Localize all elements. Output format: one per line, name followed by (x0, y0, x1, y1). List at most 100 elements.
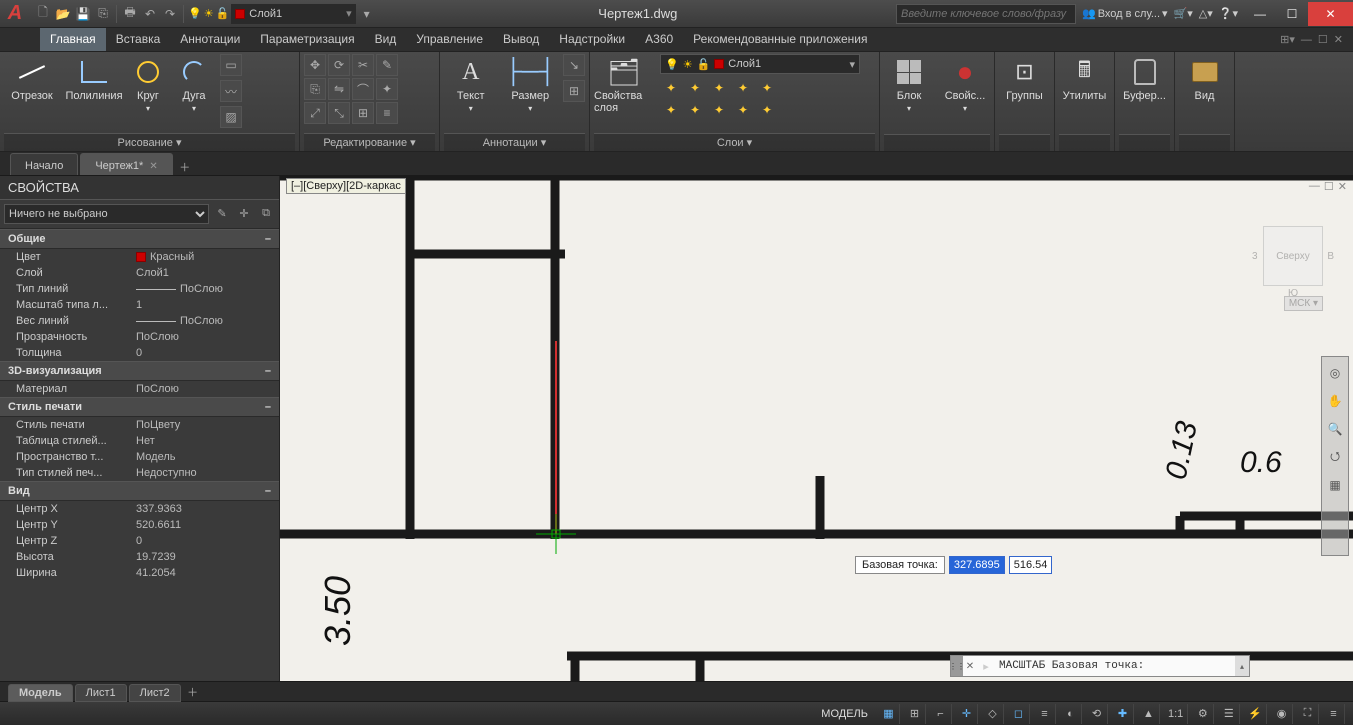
move-icon[interactable]: ✥ (304, 54, 326, 76)
doc-restore-icon[interactable]: ☐ (1318, 33, 1328, 46)
layer-tool-5[interactable]: ✦ (756, 78, 778, 98)
cmdline-grip-icon[interactable]: ⋮⋮ (951, 656, 963, 676)
close-button[interactable]: ✕ (1308, 2, 1353, 26)
layer-tool-9[interactable]: ✦ (732, 100, 754, 120)
rect-icon[interactable]: ▭ (220, 54, 242, 76)
layer-tool-7[interactable]: ✦ (684, 100, 706, 120)
hatch-icon[interactable]: ▨ (220, 106, 242, 128)
saveas-icon[interactable]: ⎘ (94, 5, 112, 23)
viewport-close-icon[interactable]: ✕ (1338, 180, 1347, 193)
prop-row[interactable]: Толщина0 (0, 345, 279, 361)
redo-icon[interactable]: ↷ (161, 5, 179, 23)
prop-row[interactable]: Пространство т...Модель (0, 449, 279, 465)
trim-icon[interactable]: ✂ (352, 54, 374, 76)
clipboard-button[interactable]: Буфер... (1119, 54, 1170, 102)
prop-row[interactable]: Вес линий ПоСлою (0, 313, 279, 329)
layer-combo[interactable]: 💡 ☀ 🔓 Слой1 ▾ (660, 54, 860, 74)
open-icon[interactable]: 📂 (54, 5, 72, 23)
steering-wheel-icon[interactable]: ◎ (1325, 363, 1345, 383)
viewport-restore-icon[interactable]: ☐ (1324, 180, 1334, 193)
prop-section-header[interactable]: Общие– (0, 229, 279, 249)
layer-tool-3[interactable]: ✦ (708, 78, 730, 98)
panel-draw-label[interactable]: Рисование ▾ (4, 133, 295, 151)
coord-x-input[interactable]: 327.6895 (949, 556, 1005, 574)
pan-icon[interactable]: ✋ (1325, 391, 1345, 411)
qat-layer-combo[interactable]: Слой1 ▾ (231, 4, 355, 24)
layout-sheet1[interactable]: Лист1 (75, 684, 127, 702)
mirror-icon[interactable]: ⇋ (328, 78, 350, 100)
model-button[interactable]: МОДЕЛЬ (815, 708, 874, 720)
orbit-icon[interactable]: ⭯ (1325, 447, 1345, 467)
fillet-icon[interactable]: ⌒ (352, 78, 374, 100)
groups-button[interactable]: ⊡Группы (999, 54, 1050, 102)
app-menu[interactable]: A (0, 1, 30, 27)
doc-minimize-icon[interactable]: — (1301, 34, 1312, 46)
new-layout-button[interactable]: ＋ (183, 684, 203, 700)
prop-row[interactable]: МатериалПоСлою (0, 381, 279, 397)
dimension-button[interactable]: ├─┤Размер▾ (504, 54, 558, 113)
prop-row[interactable]: Цвет Красный (0, 249, 279, 265)
save-icon[interactable]: 💾 (74, 5, 92, 23)
close-tab-icon[interactable]: ✕ (149, 161, 157, 172)
panel-layers-label[interactable]: Слои ▾ (594, 133, 875, 151)
prop-section-header[interactable]: Стиль печати– (0, 397, 279, 417)
layer-tool-1[interactable]: ✦ (660, 78, 682, 98)
tab-manage[interactable]: Управление (406, 28, 493, 51)
command-line[interactable]: ⋮⋮ ✕ ▸ ▴ (950, 655, 1250, 677)
utilities-button[interactable]: 🖩Утилиты (1059, 54, 1110, 102)
tab-insert[interactable]: Вставка (106, 28, 171, 51)
prop-row[interactable]: Высота19.7239 (0, 549, 279, 565)
erase-icon[interactable]: ✎ (376, 54, 398, 76)
coord-y-input[interactable]: 516.54 (1009, 556, 1053, 574)
copy-icon[interactable]: ⎘ (304, 78, 326, 100)
polyline-button[interactable]: Полилиния (66, 54, 122, 102)
layer-tool-8[interactable]: ✦ (708, 100, 730, 120)
tab-home[interactable]: Главная (40, 28, 106, 51)
properties-button[interactable]: ●Свойс...▾ (940, 54, 990, 113)
showmotion-icon[interactable]: ▦ (1325, 475, 1345, 495)
new-tab-button[interactable]: ＋ (175, 159, 195, 175)
prop-row[interactable]: Масштаб типа л...1 (0, 297, 279, 313)
new-icon[interactable]: 🗋 (34, 5, 52, 23)
arc-button[interactable]: Дуга▾ (174, 54, 214, 113)
signin-button[interactable]: 👥 Вход в слу... ▾ (1082, 7, 1168, 20)
scale-icon[interactable]: ⤡ (328, 102, 350, 124)
undo-icon[interactable]: ↶ (141, 5, 159, 23)
select-pick-icon[interactable]: ✛ (235, 204, 253, 222)
offset-icon[interactable]: ≡ (376, 102, 398, 124)
file-tab-drawing1[interactable]: Чертеж1*✕ (80, 153, 172, 175)
spline-icon[interactable]: 〰 (220, 80, 242, 102)
prop-row[interactable]: ПрозрачностьПоСлою (0, 329, 279, 345)
selection-dropdown[interactable]: Ничего не выбрано (4, 204, 209, 224)
prop-row[interactable]: СлойСлой1 (0, 265, 279, 281)
layer-freeze-icon[interactable]: ☀ (204, 7, 214, 20)
a360-icon[interactable]: △▾ (1199, 7, 1213, 20)
ucs-label[interactable]: МСК ▾ (1284, 296, 1323, 311)
prop-row[interactable]: Стиль печатиПоЦвету (0, 417, 279, 433)
array-icon[interactable]: ⊞ (352, 102, 374, 124)
search-input[interactable] (896, 4, 1076, 24)
doc-close-icon[interactable]: ✕ (1334, 33, 1343, 46)
drawing-canvas[interactable]: 3.50 0.13 0.6 [–][Сверху][2D-каркас — ☐ … (280, 176, 1353, 681)
nav-bar[interactable]: ◎ ✋ 🔍 ⭯ ▦ (1321, 356, 1349, 556)
prop-row[interactable]: Центр X337.9363 (0, 501, 279, 517)
prop-row[interactable]: Ширина41.2054 (0, 565, 279, 581)
prop-section-header[interactable]: 3D-визуализация– (0, 361, 279, 381)
stretch-icon[interactable]: ⤢ (304, 102, 326, 124)
file-tab-start[interactable]: Начало (10, 153, 78, 175)
plot-icon[interactable]: 🖶 (121, 5, 139, 23)
layout-sheet2[interactable]: Лист2 (129, 684, 181, 702)
text-button[interactable]: AТекст▾ (444, 54, 498, 113)
quickselect-icon[interactable]: ✎ (213, 204, 231, 222)
layer-lock-icon[interactable]: 🔓 (216, 7, 230, 20)
prop-row[interactable]: Таблица стилей...Нет (0, 433, 279, 449)
layer-tool-2[interactable]: ✦ (684, 78, 706, 98)
layer-tool-6[interactable]: ✦ (660, 100, 682, 120)
cmdline-close-icon[interactable]: ✕ (963, 661, 977, 672)
exchange-icon[interactable]: 🛒▾ (1174, 7, 1193, 20)
explode-icon[interactable]: ✦ (376, 78, 398, 100)
qat-more-icon[interactable]: ▾ (358, 5, 376, 23)
tab-output[interactable]: Вывод (493, 28, 549, 51)
prop-section-header[interactable]: Вид– (0, 481, 279, 501)
command-input[interactable] (995, 660, 1235, 672)
